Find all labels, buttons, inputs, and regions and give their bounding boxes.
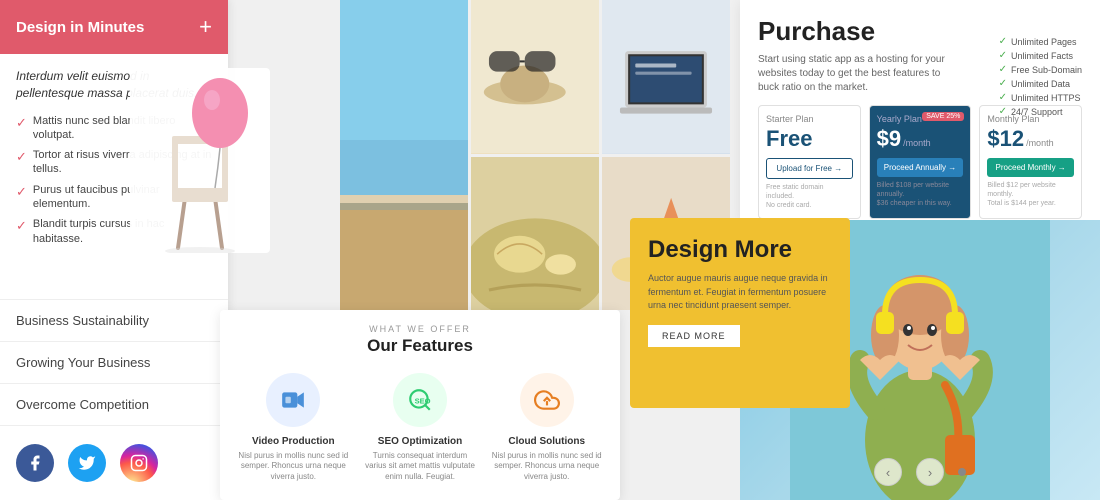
instagram-icon[interactable] (120, 444, 158, 482)
video-icon (266, 373, 320, 427)
plan-price-monthly: $12 (987, 126, 1024, 152)
purchase-panel: Purchase Start using static app as a hos… (740, 0, 1100, 220)
plan-price-yearly: $9 (877, 126, 901, 152)
features-panel: WHAT WE OFFER Our Features Video Product… (220, 310, 620, 500)
check-icon: ✓ (16, 184, 27, 201)
twitter-icon[interactable] (68, 444, 106, 482)
list-item: Unlimited Data (999, 78, 1082, 89)
sidebar-item-overcome-competition[interactable]: Overcome Competition (0, 384, 228, 426)
mosaic-cell-4 (471, 157, 599, 311)
pricing-row: Starter Plan Free Upload for Free → Free… (758, 105, 1082, 219)
features-grid: Video Production Nisl purus in mollis nu… (236, 370, 604, 482)
feature-video-icon-box (258, 370, 328, 430)
design-more-title: Design More (648, 236, 832, 264)
plan-per-monthly: /month (1026, 138, 1054, 148)
pricing-card-monthly: Monthly Plan $12 /month Proceed Monthly … (979, 105, 1082, 219)
feature-seo-desc: Turnis consequat interdum varius sit ame… (363, 451, 478, 482)
list-item: Unlimited Facts (999, 50, 1082, 61)
design-more-panel: Design More Auctor augue mauris augue ne… (630, 218, 850, 408)
mosaic-cell-1 (340, 0, 468, 310)
plan-note-monthly: Billed $12 per website monthly.Total is … (987, 181, 1074, 208)
list-item: Unlimited Pages (999, 36, 1082, 47)
read-more-button[interactable]: READ MORE (648, 325, 740, 347)
feature-seo-name: SEO Optimization (363, 436, 478, 447)
feature-cloud-desc: Nisl purus in mollis nunc sed id semper.… (489, 451, 604, 482)
sidebar-header-title: Design in Minutes (16, 19, 144, 36)
cloud-icon (520, 373, 574, 427)
plan-note-yearly: Billed $108 per website annually.$36 che… (877, 181, 964, 208)
sidebar-header[interactable]: Design in Minutes + (0, 0, 228, 54)
svg-text:SEO: SEO (415, 396, 431, 405)
plan-per-yearly: /month (903, 138, 931, 148)
feature-video-name: Video Production (236, 436, 351, 447)
proceed-annually-button[interactable]: Proceed Annually → (877, 158, 964, 177)
plan-note-free: Free static domain included.No credit ca… (766, 183, 853, 210)
slider-next-button[interactable]: › (916, 458, 944, 486)
slider-prev-button[interactable]: ‹ (874, 458, 902, 486)
sidebar-item-growing-business[interactable]: Growing Your Business (0, 342, 228, 384)
check-icon: ✓ (16, 115, 27, 132)
list-item: Free Sub-Domain (999, 64, 1082, 75)
features-tag: WHAT WE OFFER (236, 324, 604, 334)
features-title: Our Features (236, 336, 604, 356)
proceed-monthly-button[interactable]: Proceed Monthly → (987, 158, 1074, 177)
pricing-card-free: Starter Plan Free Upload for Free → Free… (758, 105, 861, 219)
check-icon: ✓ (16, 218, 27, 235)
feature-cloud: Cloud Solutions Nisl purus in mollis nun… (489, 370, 604, 482)
mosaic-cell-3 (602, 0, 730, 154)
feature-video-desc: Nisl purus in mollis nunc sed id semper.… (236, 451, 351, 482)
upload-free-button[interactable]: Upload for Free → (766, 158, 853, 179)
feature-cloud-icon-box (512, 370, 582, 430)
plan-label-free: Starter Plan (766, 114, 853, 124)
plan-label-monthly: Monthly Plan (987, 114, 1074, 124)
seo-icon: SEO (393, 373, 447, 427)
slider-dot-1[interactable] (958, 468, 966, 476)
feature-seo-icon-box: SEO (385, 370, 455, 430)
sidebar-add-icon[interactable]: + (199, 14, 212, 40)
sidebar-item-business-sustainability[interactable]: Business Sustainability (0, 300, 228, 342)
purchase-description: Start using static app as a hosting for … (758, 53, 948, 95)
check-icon: ✓ (16, 149, 27, 166)
feature-cloud-name: Cloud Solutions (489, 436, 604, 447)
balloon-illustration (130, 68, 270, 253)
mosaic-cell-2 (471, 0, 599, 154)
plan-price-free: Free (766, 126, 853, 152)
facebook-icon[interactable] (16, 444, 54, 482)
plan-badge-save: SAVE 25% (922, 112, 964, 121)
slider-controls: ‹ › (740, 458, 1100, 486)
sidebar-social (0, 426, 228, 500)
pricing-card-yearly: Yearly Plan SAVE 25% $9 /month Proceed A… (869, 105, 972, 219)
feature-seo: SEO SEO Optimization Turnis consequat in… (363, 370, 478, 482)
sidebar-nav: Business Sustainability Growing Your Bus… (0, 299, 228, 426)
design-more-desc: Auctor augue mauris augue neque gravida … (648, 272, 832, 313)
feature-video: Video Production Nisl purus in mollis nu… (236, 370, 351, 482)
list-item: Unlimited HTTPS (999, 92, 1082, 103)
